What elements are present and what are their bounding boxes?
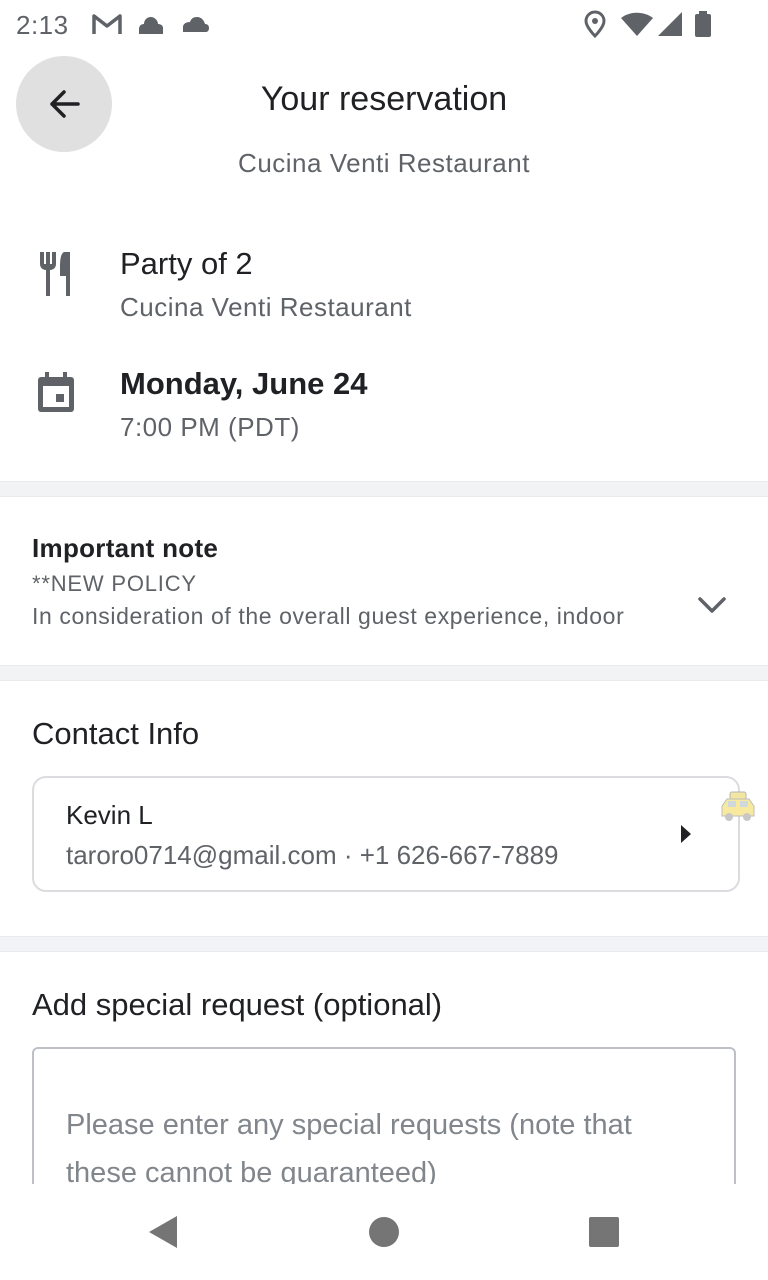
location-icon <box>584 10 606 38</box>
party-restaurant: Cucina Venti Restaurant <box>120 292 412 322</box>
party-size: Party of 2 <box>120 246 253 281</box>
nav-back-button[interactable] <box>142 1212 182 1252</box>
status-time: 2:13 <box>16 10 69 40</box>
contact-card[interactable]: Kevin L taroro0714@gmail.com · +1 626-66… <box>32 776 740 892</box>
note-title: Important note <box>32 533 219 563</box>
party-details: Party of 2 Cucina Venti Restaurant <box>0 246 768 346</box>
wifi-icon <box>621 12 653 36</box>
system-nav-bar <box>0 1184 768 1280</box>
note-text: In consideration of the overall guest ex… <box>32 603 625 629</box>
restaurant-icon <box>40 252 70 296</box>
car-icon[interactable] <box>718 790 758 824</box>
calendar-icon <box>38 372 74 412</box>
note-policy: **NEW POLICY <box>32 571 197 596</box>
section-divider <box>0 665 768 681</box>
contact-name: Kevin L <box>66 800 153 830</box>
important-note[interactable]: Important note **NEW POLICY In considera… <box>0 497 768 665</box>
section-divider <box>0 481 768 497</box>
contact-email-phone: taroro0714@gmail.com · +1 626-667-7889 <box>66 840 559 870</box>
circle-home-icon <box>369 1217 399 1247</box>
square-recents-icon <box>589 1217 619 1247</box>
reservation-date: Monday, June 24 <box>120 366 368 401</box>
nav-recents-button[interactable] <box>584 1212 624 1252</box>
signal-icon <box>658 12 682 36</box>
special-request-title: Add special request (optional) <box>32 987 443 1022</box>
page-subtitle: Cucina Venti Restaurant <box>238 148 530 178</box>
cloud-icon <box>139 17 163 34</box>
special-request-placeholder: Please enter any special requests (note … <box>66 1109 632 1189</box>
chevron-down-icon[interactable] <box>694 593 730 617</box>
status-bar: 2:13 <box>0 0 768 48</box>
nav-home-button[interactable] <box>364 1212 404 1252</box>
section-divider <box>0 936 768 952</box>
cloud-icon <box>183 17 209 32</box>
arrow-right-icon <box>681 825 691 843</box>
gmail-icon <box>92 14 122 34</box>
contact-info-title: Contact Info <box>32 716 200 751</box>
battery-icon <box>695 11 711 37</box>
date-details: Monday, June 24 7:00 PM (PDT) <box>0 366 768 466</box>
reservation-time: 7:00 PM (PDT) <box>120 412 300 442</box>
triangle-back-icon <box>149 1216 177 1248</box>
page-title: Your reservation <box>260 80 508 118</box>
